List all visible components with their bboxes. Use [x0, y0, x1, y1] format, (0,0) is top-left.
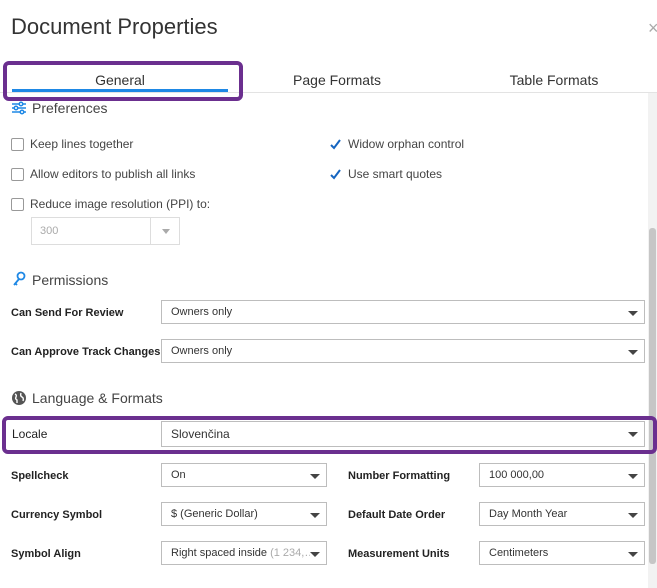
can-approve-track-changes-label: Can Approve Track Changes — [11, 346, 161, 358]
preferences-heading: Preferences — [32, 100, 108, 116]
chevron-down-icon[interactable] — [628, 350, 638, 355]
use-smart-quotes-check-icon[interactable] — [329, 168, 342, 181]
symbol-align-select[interactable]: Right spaced inside (1 234,… — [161, 541, 327, 565]
locale-highlight — [2, 416, 657, 454]
reduce-image-resolution-option[interactable]: Reduce image resolution (PPI) to: — [11, 197, 210, 211]
widow-orphan-control-option[interactable]: Widow orphan control — [329, 137, 464, 151]
symbol-align-label: Symbol Align — [11, 548, 81, 560]
language-formats-heading: Language & Formats — [32, 390, 163, 406]
number-formatting-select[interactable]: 100 000,00 — [479, 463, 645, 487]
default-date-order-select[interactable]: Day Month Year — [479, 502, 645, 526]
chevron-down-icon[interactable] — [628, 552, 638, 557]
allow-editors-publish-links-checkbox[interactable] — [11, 167, 24, 181]
number-formatting-label: Number Formatting — [348, 470, 451, 482]
can-send-for-review-select[interactable]: Owners only — [161, 300, 645, 324]
spellcheck-value: On — [171, 469, 186, 481]
ppi-value: 300 — [40, 225, 59, 237]
spellcheck-label: Spellcheck — [11, 470, 69, 482]
tab-page-formats[interactable]: Page Formats — [237, 72, 437, 88]
symbol-align-value-wrap: Right spaced inside (1 234,… — [171, 547, 315, 559]
can-approve-track-changes-select[interactable]: Owners only — [161, 339, 645, 363]
can-send-for-review-label: Can Send For Review — [11, 307, 124, 319]
measurement-units-value: Centimeters — [489, 547, 549, 559]
globe-icon — [12, 391, 26, 405]
keep-lines-together-label: Keep lines together — [30, 137, 134, 151]
allow-editors-publish-links-label: Allow editors to publish all links — [30, 167, 196, 181]
key-icon — [13, 271, 26, 286]
ppi-select-divider — [150, 218, 151, 244]
measurement-units-label: Measurement Units — [348, 548, 450, 560]
chevron-down-icon[interactable] — [628, 311, 638, 316]
number-formatting-value: 100 000,00 — [489, 469, 545, 481]
reduce-image-resolution-checkbox[interactable] — [11, 197, 24, 211]
default-date-order-label: Default Date Order — [348, 509, 446, 521]
widow-orphan-control-label: Widow orphan control — [348, 137, 465, 151]
spellcheck-select[interactable]: On — [161, 463, 327, 487]
currency-symbol-label: Currency Symbol — [11, 509, 103, 521]
close-icon[interactable]: × — [648, 18, 657, 39]
default-date-order-value: Day Month Year — [489, 508, 568, 520]
scrollbar-thumb[interactable] — [649, 228, 656, 564]
use-smart-quotes-label: Use smart quotes — [348, 167, 443, 181]
chevron-down-icon[interactable] — [162, 229, 170, 234]
keep-lines-together-option[interactable]: Keep lines together — [11, 137, 133, 151]
reduce-image-resolution-label: Reduce image resolution (PPI) to: — [30, 197, 211, 211]
chevron-down-icon[interactable] — [310, 474, 320, 479]
tab-table-formats[interactable]: Table Formats — [454, 72, 654, 88]
currency-symbol-select[interactable]: $ (Generic Dollar) — [161, 502, 327, 526]
symbol-align-hint: (1 234,… — [270, 547, 316, 559]
allow-editors-publish-links-option[interactable]: Allow editors to publish all links — [11, 167, 195, 181]
ppi-select[interactable]: 300 — [31, 217, 180, 245]
widow-orphan-control-check-icon[interactable] — [329, 138, 342, 151]
can-approve-track-changes-value: Owners only — [171, 345, 233, 357]
sliders-icon — [12, 101, 26, 115]
permissions-heading: Permissions — [32, 272, 109, 288]
chevron-down-icon[interactable] — [310, 552, 320, 557]
symbol-align-value: Right spaced inside — [171, 547, 268, 559]
currency-symbol-value: $ (Generic Dollar) — [171, 508, 258, 520]
can-send-for-review-value: Owners only — [171, 306, 233, 318]
use-smart-quotes-option[interactable]: Use smart quotes — [329, 167, 442, 181]
chevron-down-icon[interactable] — [628, 474, 638, 479]
measurement-units-select[interactable]: Centimeters — [479, 541, 645, 565]
dialog-title: Document Properties — [11, 14, 218, 39]
chevron-down-icon[interactable] — [628, 513, 638, 518]
tab-general-highlight — [3, 61, 243, 101]
chevron-down-icon[interactable] — [310, 513, 320, 518]
keep-lines-together-checkbox[interactable] — [11, 137, 24, 151]
